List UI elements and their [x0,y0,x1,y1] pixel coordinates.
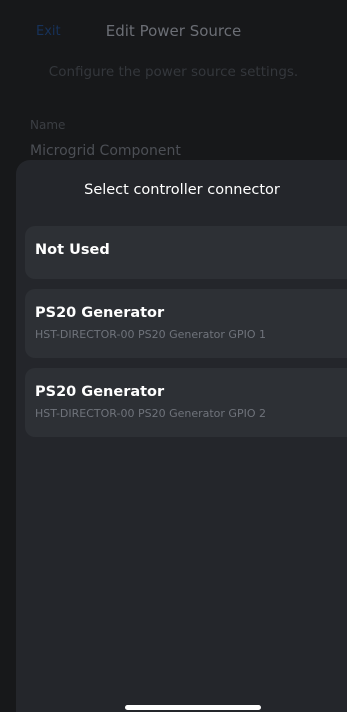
option-title: PS20 Generator [35,305,165,321]
option-title: PS20 Generator [35,384,165,400]
option-not-used[interactable]: Not Used [25,226,347,279]
sheet-title: Select controller connector [84,182,280,198]
option-subtitle: HST-DIRECTOR-00 PS20 Generator GPIO 2 [35,407,266,420]
screen: Exit Edit Power Source Configure the pow… [0,0,347,712]
option-subtitle: HST-DIRECTOR-00 PS20 Generator GPIO 1 [35,328,266,341]
name-label: Name [30,118,66,132]
option-ps20-generator-gpio-2[interactable]: PS20 Generator HST-DIRECTOR-00 PS20 Gene… [25,368,347,437]
option-title: Not Used [35,242,110,258]
connector-select-sheet: Select controller connector Not Used PS2… [16,160,347,712]
home-indicator[interactable] [125,705,261,710]
page-title: Edit Power Source [105,22,242,40]
page-subtitle: Configure the power source settings. [48,64,299,80]
name-field[interactable]: Microgrid Component [30,143,181,159]
option-ps20-generator-gpio-1[interactable]: PS20 Generator HST-DIRECTOR-00 PS20 Gene… [25,289,347,358]
nav-bar: Exit Edit Power Source [0,20,347,46]
